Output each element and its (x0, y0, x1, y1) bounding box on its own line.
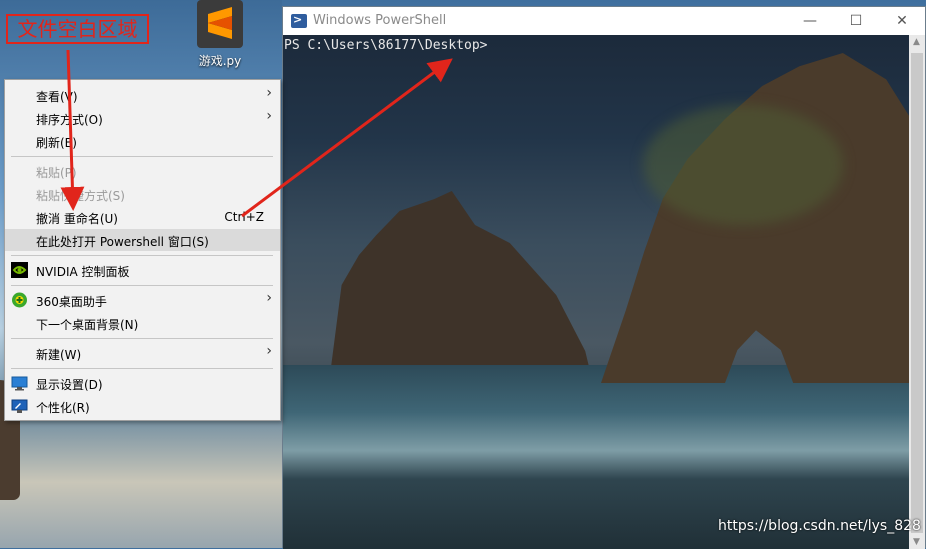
menu-separator (11, 368, 273, 369)
scroll-down-icon[interactable]: ▼ (913, 537, 920, 547)
desktop-file-label: 游戏.py (198, 54, 242, 68)
annotation-label: 文件空白区域 (6, 14, 149, 44)
menu-item-label: 粘贴快捷方式(S) (36, 189, 125, 203)
console-scrollbar[interactable]: ▲ ▼ (909, 35, 925, 549)
menu-separator (11, 338, 273, 339)
display-icon (11, 375, 28, 391)
menu-item-paste-shortcut[interactable]: 粘贴快捷方式(S) (5, 183, 280, 205)
menu-item-label: 排序方式(O) (36, 113, 103, 127)
menu-item-label: 新建(W) (36, 348, 82, 362)
watermark: https://blog.csdn.net/lys_828 (718, 518, 921, 534)
menu-item-label: 粘贴(P) (36, 166, 77, 180)
menu-item-label: 在此处打开 Powershell 窗口(S) (36, 235, 209, 249)
chevron-right-icon: › (266, 343, 272, 359)
menu-item-paste[interactable]: 粘贴(P) (5, 160, 280, 182)
desktop-context-menu[interactable]: 查看(V) › 排序方式(O) › 刷新(E) 粘贴(P) 粘贴快捷方式(S) … (4, 79, 281, 421)
menu-item-360-assistant[interactable]: 360桌面助手 › (5, 289, 280, 311)
powershell-window[interactable]: > Windows PowerShell — ☐ ✕ PS C:\Users\8… (282, 6, 926, 549)
minimize-button[interactable]: — (787, 7, 833, 35)
menu-item-label: 查看(V) (36, 90, 78, 104)
menu-item-refresh[interactable]: 刷新(E) (5, 130, 280, 152)
menu-item-label: 下一个桌面背景(N) (36, 318, 139, 332)
powershell-icon: > (291, 13, 307, 28)
window-titlebar[interactable]: > Windows PowerShell — ☐ ✕ (283, 7, 925, 35)
wallpaper-rock (330, 191, 591, 375)
close-button[interactable]: ✕ (879, 7, 925, 35)
menu-item-nvidia[interactable]: NVIDIA 控制面板 (5, 259, 280, 281)
console-prompt: PS C:\Users\86177\Desktop> (284, 38, 488, 53)
chevron-right-icon: › (266, 290, 272, 306)
personalize-icon (11, 398, 28, 414)
wallpaper-moss (643, 105, 843, 225)
menu-item-next-background[interactable]: 下一个桌面背景(N) (5, 312, 280, 334)
menu-item-label: 360桌面助手 (36, 295, 107, 309)
window-title: Windows PowerShell (313, 13, 447, 28)
menu-item-view[interactable]: 查看(V) › (5, 84, 280, 106)
maximize-button[interactable]: ☐ (833, 7, 879, 35)
menu-separator (11, 156, 273, 157)
menu-separator (11, 285, 273, 286)
menu-item-label: NVIDIA 控制面板 (36, 265, 130, 279)
menu-item-shortcut: Ctrl+Z (224, 210, 264, 224)
menu-item-display-settings[interactable]: 显示设置(D) (5, 372, 280, 394)
menu-item-label: 个性化(R) (36, 401, 90, 415)
chevron-right-icon: › (266, 108, 272, 124)
nvidia-icon (11, 262, 28, 278)
sublime-text-icon (197, 0, 243, 48)
menu-item-personalize[interactable]: 个性化(R) (5, 395, 280, 417)
console-area[interactable]: PS C:\Users\86177\Desktop> (283, 35, 909, 549)
menu-item-label: 刷新(E) (36, 136, 77, 150)
menu-item-undo-rename[interactable]: 撤消 重命名(U) Ctrl+Z (5, 206, 280, 228)
menu-item-label: 撤消 重命名(U) (36, 212, 118, 226)
menu-item-sort[interactable]: 排序方式(O) › (5, 107, 280, 129)
menu-item-new[interactable]: 新建(W) › (5, 342, 280, 364)
desktop-file-icon[interactable]: 游戏.py (194, 0, 246, 72)
scroll-up-icon[interactable]: ▲ (913, 37, 920, 47)
menu-separator (11, 255, 273, 256)
menu-item-label: 显示设置(D) (36, 378, 103, 392)
menu-item-open-powershell[interactable]: 在此处打开 Powershell 窗口(S) (5, 229, 280, 251)
scrollbar-thumb[interactable] (911, 53, 923, 533)
360-icon (11, 292, 28, 308)
chevron-right-icon: › (266, 85, 272, 101)
